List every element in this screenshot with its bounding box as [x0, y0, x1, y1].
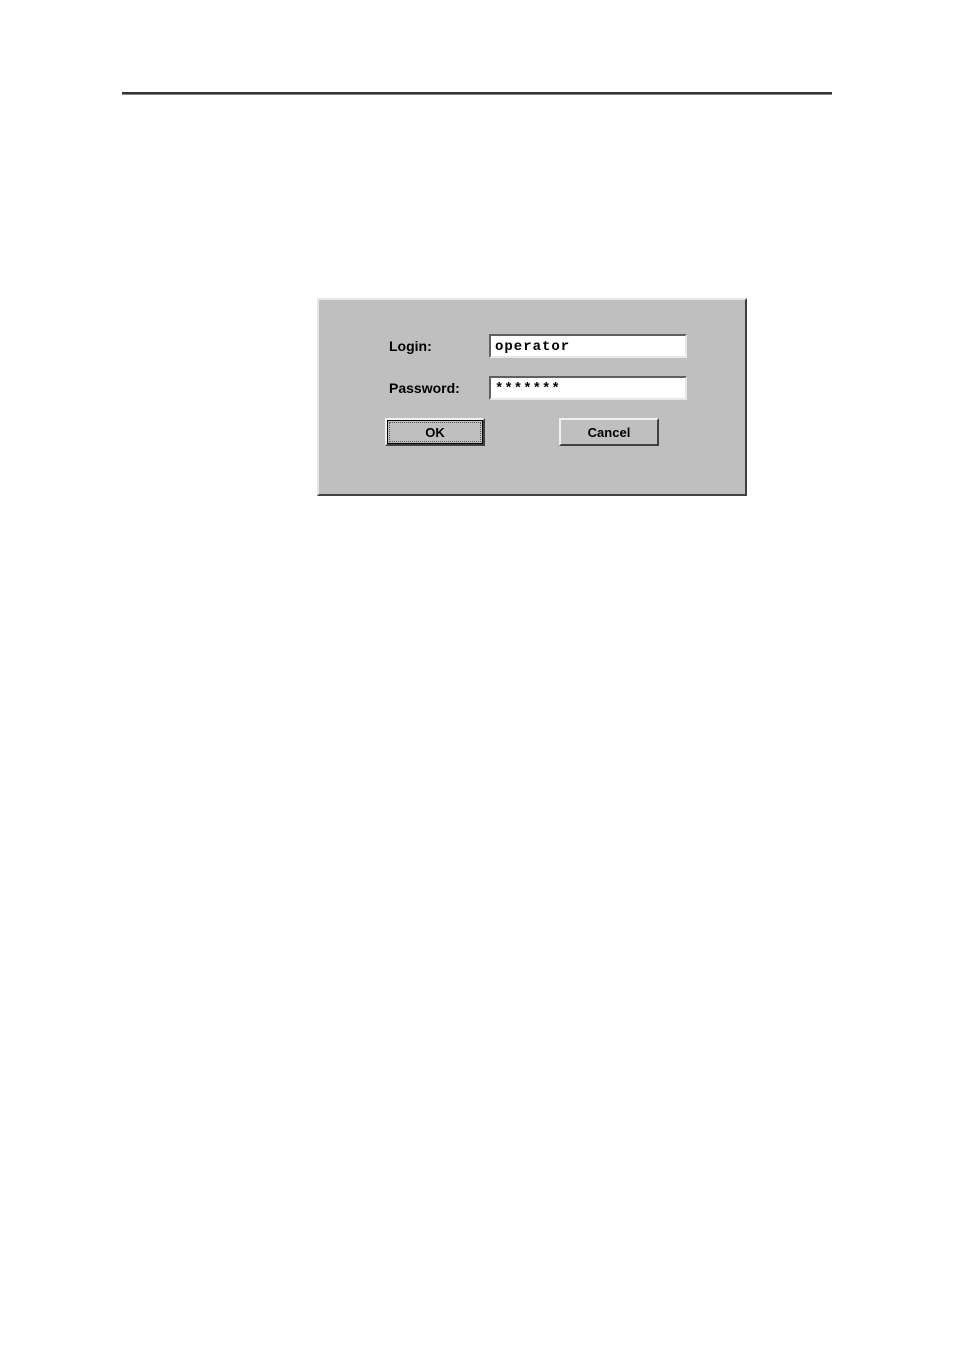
ok-button-label: OK [389, 422, 481, 442]
ok-button[interactable]: OK [385, 418, 485, 446]
button-row: OK Cancel [385, 418, 705, 446]
cancel-button-label: Cancel [588, 425, 631, 440]
login-label: Login: [389, 338, 489, 354]
password-row: Password: [389, 376, 705, 400]
password-label: Password: [389, 380, 489, 396]
login-dialog: Login: Password: OK Cancel [317, 298, 747, 496]
login-input[interactable] [489, 334, 687, 358]
password-input[interactable] [489, 376, 687, 400]
login-row: Login: [389, 334, 705, 358]
cancel-button[interactable]: Cancel [559, 418, 659, 446]
header-rule [122, 92, 832, 95]
